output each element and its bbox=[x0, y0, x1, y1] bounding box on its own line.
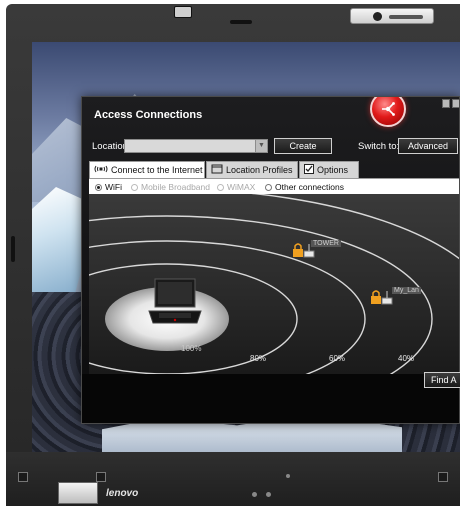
connection-icon bbox=[94, 163, 108, 179]
center-signal-label: 100% bbox=[181, 344, 202, 353]
radio-label: WiFi bbox=[105, 182, 122, 192]
side-slot bbox=[11, 236, 15, 262]
radio-label: WiMAX bbox=[227, 182, 256, 192]
hinge-mark bbox=[438, 472, 448, 482]
radio-selected-icon bbox=[95, 184, 102, 191]
lock-network-icon bbox=[371, 290, 393, 305]
checkbox-icon bbox=[304, 163, 314, 179]
tab-label: Options bbox=[317, 165, 349, 175]
tab-options[interactable]: Options bbox=[299, 161, 359, 178]
lenovo-logo: lenovo bbox=[106, 488, 139, 499]
hinge-mark bbox=[96, 472, 106, 482]
radio-icon bbox=[131, 184, 138, 191]
ring-label-60: 60% bbox=[329, 354, 346, 363]
window-footer bbox=[82, 374, 459, 423]
status-indicator-icon bbox=[266, 492, 271, 497]
access-connections-logo-icon bbox=[370, 97, 406, 127]
camera-lens-icon bbox=[373, 12, 382, 21]
profile-icon bbox=[211, 163, 223, 179]
this-computer-icon bbox=[147, 277, 203, 330]
lid-latch bbox=[174, 6, 192, 18]
radio-wimax[interactable]: WiMAX bbox=[217, 182, 255, 192]
network-my-lan[interactable]: My_Lan bbox=[371, 287, 421, 310]
signal-rings bbox=[89, 194, 459, 374]
tab-location-profiles[interactable]: Location Profiles bbox=[206, 161, 298, 178]
laptop-screen: Access Connections Location: ▼ Create Sw… bbox=[32, 42, 460, 452]
radio-other-connections[interactable]: Other connections bbox=[265, 182, 344, 192]
ring-label-80: 80% bbox=[250, 354, 267, 363]
chevron-down-icon[interactable]: ▼ bbox=[255, 140, 267, 152]
radio-label: Other connections bbox=[275, 182, 344, 192]
wireless-map[interactable]: 100% 80% 60% 40% TOWER My_Lan bbox=[89, 194, 459, 374]
radio-wifi[interactable]: WiFi bbox=[95, 182, 122, 192]
window-title: Access Connections bbox=[94, 109, 203, 121]
power-indicator-icon bbox=[252, 492, 257, 497]
create-button[interactable]: Create bbox=[274, 138, 332, 154]
access-connections-window[interactable]: Access Connections Location: ▼ Create Sw… bbox=[81, 96, 460, 424]
webcam-slot bbox=[230, 20, 252, 24]
tab-label: Location Profiles bbox=[226, 165, 293, 175]
connection-type-bar: WiFi Mobile Broadband WiMAX Other connec… bbox=[89, 178, 459, 194]
close-icon[interactable] bbox=[452, 99, 459, 108]
hinge-mark bbox=[18, 472, 28, 482]
minimize-icon[interactable] bbox=[442, 99, 450, 108]
location-dropdown[interactable]: ▼ bbox=[124, 139, 268, 153]
microphone-icon bbox=[286, 474, 290, 478]
tab-label: Connect to the Internet bbox=[111, 165, 203, 175]
thinklight bbox=[350, 8, 434, 24]
advanced-button[interactable]: Advanced bbox=[398, 138, 458, 154]
ring-label-40: 40% bbox=[398, 354, 415, 363]
network-name: My_Lan bbox=[392, 287, 421, 294]
radio-label: Mobile Broadband bbox=[141, 182, 210, 192]
brand-plate bbox=[58, 482, 98, 504]
network-name: TOWER bbox=[311, 240, 341, 247]
radio-mobile-broadband[interactable]: Mobile Broadband bbox=[131, 182, 210, 192]
switch-to-label: Switch to: bbox=[358, 141, 400, 152]
find-button[interactable]: Find A bbox=[424, 372, 460, 388]
radio-icon bbox=[265, 184, 272, 191]
light-bar bbox=[389, 15, 423, 19]
network-tower[interactable]: TOWER bbox=[293, 240, 341, 263]
radio-icon bbox=[217, 184, 224, 191]
tab-connect-to-internet[interactable]: Connect to the Internet bbox=[89, 161, 205, 178]
